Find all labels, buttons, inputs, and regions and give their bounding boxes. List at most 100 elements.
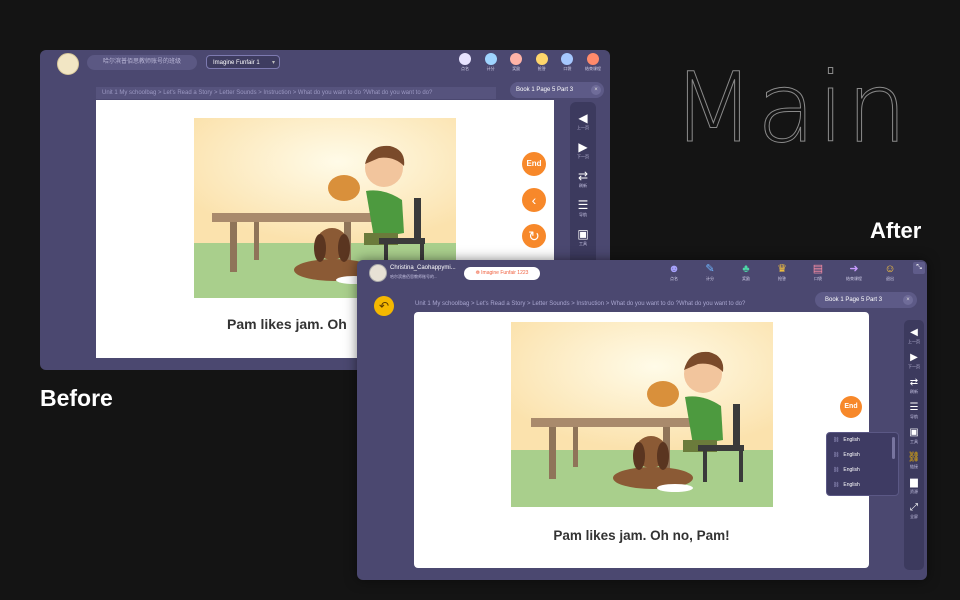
rail-item[interactable]: ⇄ 刷新: [904, 377, 924, 395]
rail-label: 链接: [910, 464, 918, 469]
book-select[interactable]: Imagine Funfair 1 ▾: [206, 55, 280, 69]
rail-icon: ◀: [910, 327, 918, 338]
toolbar-icon: ♛: [777, 263, 787, 275]
after-label: After: [870, 218, 922, 243]
rail-item[interactable]: ▶ 下一页: [570, 140, 596, 160]
toolbar-item[interactable]: 口袋: [557, 53, 577, 75]
rail-label: 上一页: [908, 339, 920, 344]
toolbar-item[interactable]: ☺ 退出: [878, 263, 902, 287]
toolbar-item-label: 退出: [886, 276, 894, 281]
toolbar-item[interactable]: ♣ 奖励: [734, 263, 758, 287]
toolbar-icon: ☻: [668, 263, 680, 275]
top-toolbar: ☻ 点名 ✎ 计分 ♣ 奖励 ♛ 抢答 ▤ 口袋 ➜ 结束课程 ☺ 退出: [662, 263, 902, 287]
replay-icon: ↻: [528, 228, 540, 244]
toolbar-icon: ♣: [742, 263, 750, 275]
language-option-label: English: [843, 452, 860, 458]
rail-item[interactable]: ◀ 上一页: [570, 111, 596, 131]
toolbar-item[interactable]: 结束课程: [583, 53, 603, 75]
toolbar-item[interactable]: ▤ 口袋: [806, 263, 830, 287]
user-info[interactable]: Christina_Caohappymi... 哈尔滨普佰思教师账号的...: [369, 264, 461, 282]
toolbar-item-label: 口袋: [814, 276, 822, 281]
page-indicator[interactable]: Book 1 Page 5 Part 3 ×: [815, 292, 917, 308]
top-toolbar: 点名 计分 奖励 抢答 口袋 结束课程: [455, 53, 603, 75]
rail-item[interactable]: ◀ 上一页: [904, 327, 924, 345]
rail-item[interactable]: ▶ 下一页: [904, 352, 924, 370]
rail-item[interactable]: ▣ 工具: [904, 427, 924, 445]
toolbar-item[interactable]: ➜ 结束课程: [842, 263, 866, 287]
breadcrumb: Unit 1 My schoolbag > Let's Read a Story…: [415, 301, 746, 307]
rail-label: 刷新: [579, 183, 587, 188]
rail-icon: ⤢: [910, 502, 918, 513]
rail-label: 下一页: [577, 154, 589, 159]
rail-icon: ⛓: [907, 452, 921, 463]
rail-icon: ☰: [577, 198, 589, 212]
rail-item[interactable]: ⇄ 刷新: [570, 169, 596, 189]
rail-label: 刷新: [910, 389, 918, 394]
language-option[interactable]: ⛓ English: [827, 433, 898, 448]
rail-icon: ▶: [578, 140, 588, 154]
collapse-icon[interactable]: ⤡: [913, 262, 925, 274]
link-icon: ⛓: [833, 482, 840, 488]
close-icon[interactable]: ×: [903, 295, 913, 305]
rail-label: 资源: [910, 489, 918, 494]
toolbar-item-label: 点名: [461, 66, 469, 71]
toolbar-icon: ➜: [849, 263, 859, 275]
page-label: Book 1 Page 5 Part 3: [516, 87, 574, 93]
book-pill[interactable]: ❁ Imagine Funfair 1223: [464, 267, 540, 280]
chevron-down-icon: ▾: [271, 60, 275, 66]
rail-label: 下一页: [908, 364, 920, 369]
story-illustration: [511, 322, 773, 507]
toolbar-item[interactable]: 计分: [481, 53, 501, 75]
rail-icon: ⇄: [577, 169, 589, 183]
toolbar-icon: [586, 53, 599, 65]
toolbar-item[interactable]: ☻ 点名: [662, 263, 686, 287]
rail-item[interactable]: ▣ 工具: [570, 227, 596, 247]
language-option-label: English: [843, 437, 860, 443]
rail-item[interactable]: ⤢ 全屏: [904, 502, 924, 520]
chevron-left-icon: ‹: [531, 192, 537, 208]
story-caption: Pam likes jam. Oh no, Pam!: [553, 528, 730, 543]
breadcrumb: Unit 1 My schoolbag > Let's Read a Story…: [96, 87, 496, 99]
toolbar-item-label: 抢答: [537, 66, 546, 71]
link-icon: ⛓: [833, 467, 840, 473]
language-option[interactable]: ⛓ English: [827, 478, 898, 493]
rail-label: 导航: [579, 212, 587, 217]
return-button[interactable]: ↶: [374, 296, 394, 316]
end-button[interactable]: End: [840, 396, 862, 418]
toolbar-icon: ✎: [705, 263, 715, 275]
after-screen: Christina_Caohappymi... 哈尔滨普佰思教师账号的... ❁…: [357, 260, 927, 580]
toolbar-item-label: 结束课程: [584, 66, 601, 71]
link-icon: ⛓: [833, 437, 840, 443]
rail-item[interactable]: ☰ 导航: [904, 402, 924, 420]
avatar[interactable]: [57, 53, 79, 75]
toolbar-item[interactable]: 抢答: [532, 53, 552, 75]
back-arrow-button[interactable]: ‹: [522, 188, 546, 212]
language-option[interactable]: ⛓ English: [827, 463, 898, 478]
toolbar-item-label: 计分: [706, 276, 714, 281]
language-option[interactable]: ⛓ English: [827, 448, 898, 463]
rail-item[interactable]: ⛓ 链接: [904, 452, 924, 470]
rail-item[interactable]: ▆ 资源: [904, 477, 924, 495]
toolbar-item[interactable]: ♛ 抢答: [770, 263, 794, 287]
replay-button[interactable]: ↻: [522, 224, 546, 248]
toolbar-item-label: 奖励: [742, 276, 750, 281]
rail-label: 全屏: [910, 514, 918, 519]
avatar[interactable]: [369, 264, 387, 282]
rail-icon: ⇄: [909, 377, 919, 388]
toolbar-item[interactable]: 点名: [455, 53, 475, 75]
rail-icon: ▆: [910, 477, 918, 488]
end-button[interactable]: End: [522, 152, 546, 176]
toolbar-icon: [510, 53, 523, 65]
close-icon[interactable]: ×: [591, 85, 601, 95]
rail-item[interactable]: ☰ 导航: [570, 198, 596, 218]
toolbar-icon: ▤: [812, 263, 824, 275]
right-rail: ◀ 上一页 ▶ 下一页 ⇄ 刷新 ☰ 导航 ▣ 工具 ⛓ 链接 ▆ 资源 ⤢ 全屏: [904, 320, 924, 570]
page-indicator[interactable]: Book 1 Page 5 Part 3 ×: [510, 82, 604, 98]
story-caption: Pam likes jam. Oh: [227, 316, 347, 332]
popup-scrollbar[interactable]: [892, 437, 895, 459]
toolbar-item[interactable]: 奖励: [506, 53, 526, 75]
toolbar-item[interactable]: ✎ 计分: [698, 263, 722, 287]
before-label: Before: [40, 385, 113, 411]
toolbar-icon: [459, 53, 471, 65]
main-heading: Main: [671, 52, 910, 165]
